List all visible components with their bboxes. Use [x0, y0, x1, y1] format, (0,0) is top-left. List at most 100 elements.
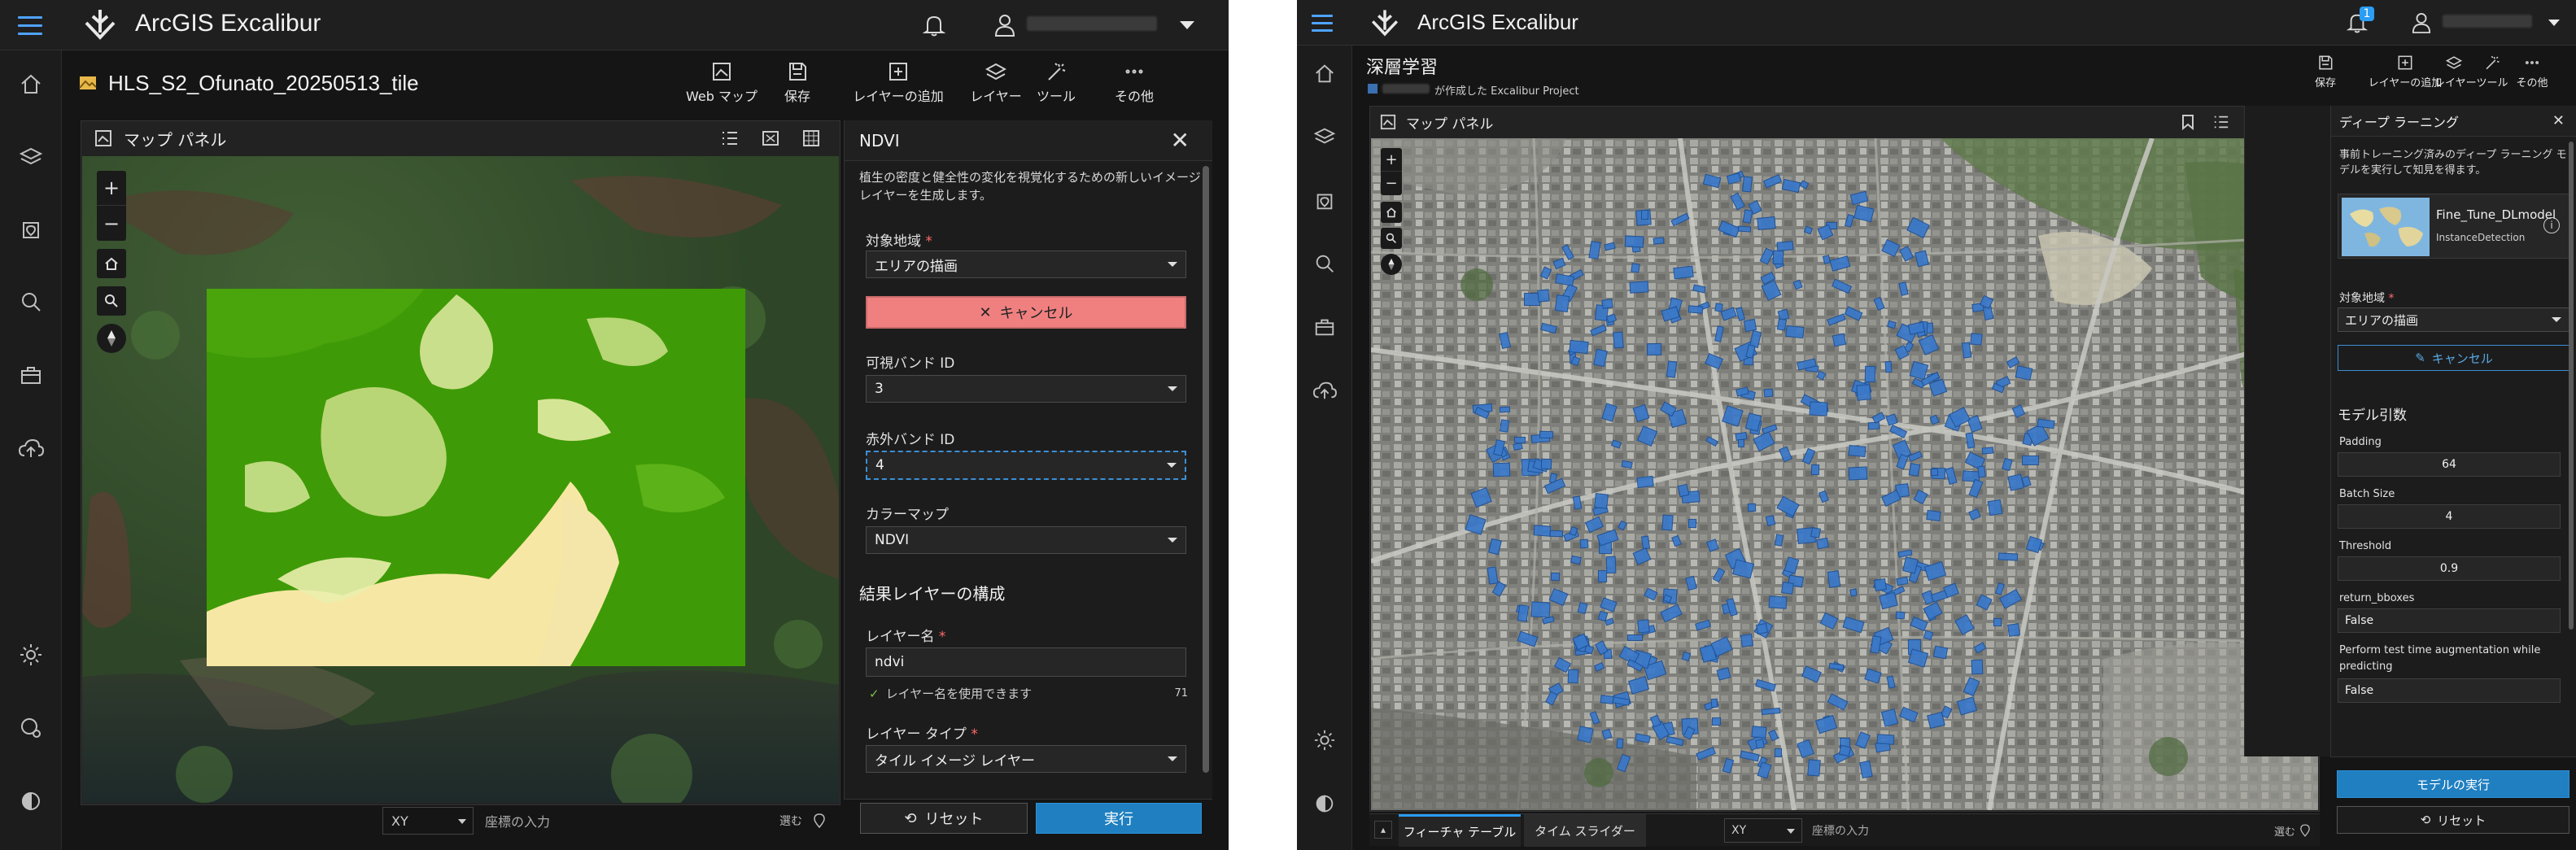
layer-name-input[interactable]: ndvi — [866, 647, 1186, 677]
zoom-in-button[interactable]: + — [97, 171, 126, 206]
close-panel-icon[interactable]: ✕ — [1171, 127, 1190, 154]
briefcase-icon[interactable] — [0, 363, 61, 387]
reset-button[interactable]: ⟲ リセット — [860, 803, 1028, 834]
layers-icon[interactable] — [0, 145, 61, 169]
locate-pin-icon[interactable] — [2300, 824, 2310, 837]
search-icon[interactable] — [1297, 252, 1351, 275]
bookmark-pin-icon[interactable] — [0, 216, 61, 241]
basemap-grid-icon[interactable] — [802, 129, 820, 151]
arg-input[interactable]: 64 — [2338, 452, 2561, 477]
reset-button[interactable]: ⟲ リセット — [2337, 806, 2569, 834]
theme-contrast-icon[interactable] — [1297, 792, 1351, 815]
building-footprint — [1533, 525, 1552, 537]
settings-gear-icon[interactable] — [1297, 729, 1351, 752]
toolbar-more-button[interactable]: その他 — [2516, 54, 2548, 89]
briefcase-icon[interactable] — [1297, 316, 1351, 338]
upload-cloud-icon[interactable] — [1297, 379, 1351, 402]
home-icon[interactable] — [1297, 62, 1351, 85]
toolbar-wand-button[interactable]: ツール — [2475, 54, 2509, 89]
coordinate-system-select[interactable]: XY — [382, 807, 474, 835]
map-view[interactable]: + − — [82, 156, 839, 803]
coordinate-action-label[interactable]: 選む — [779, 813, 802, 829]
arg-input[interactable]: False — [2338, 608, 2561, 633]
panel-scrollbar[interactable] — [2569, 142, 2574, 630]
zoom-out-button[interactable]: − — [97, 206, 126, 241]
user-menu-chevron-icon[interactable] — [1180, 21, 1194, 29]
arg-input[interactable]: 4 — [2338, 504, 2561, 529]
reset-label: リセット — [924, 811, 984, 828]
building-footprint — [1785, 325, 1805, 338]
coordinate-input[interactable]: 座標の入力 — [485, 807, 794, 835]
expand-panel-icon[interactable]: ▴ — [1374, 821, 1392, 839]
zoom-in-button[interactable]: + — [1381, 148, 1402, 172]
hamburger-menu-icon[interactable] — [1312, 15, 1333, 36]
compass-button[interactable] — [1381, 254, 1402, 275]
bookmark-pin-icon[interactable] — [1297, 189, 1351, 211]
model-card[interactable]: Fine_Tune_DLmodel InstanceDetection i — [2338, 194, 2570, 259]
layer-type-select[interactable]: タイル イメージ レイヤー — [866, 745, 1186, 773]
coordinate-system-select[interactable]: XY — [1724, 818, 1802, 843]
building-footprint — [1987, 499, 2003, 516]
info-icon[interactable]: i — [2543, 217, 2560, 233]
infrared-band-select[interactable]: 4 — [866, 451, 1186, 480]
user-avatar-icon[interactable] — [2412, 11, 2431, 34]
fullscreen-icon[interactable] — [762, 129, 779, 151]
pencil-icon: ✎ — [2415, 351, 2425, 365]
building-footprint — [1548, 530, 1564, 537]
building-footprint — [1809, 401, 1828, 416]
wand-icon — [2486, 55, 2500, 70]
area-select-value: エリアの描画 — [2345, 312, 2419, 328]
cancel-draw-button[interactable]: ✕ キャンセル — [866, 296, 1186, 329]
toolbar-add-layer-button[interactable]: レイヤーの追加 — [847, 61, 950, 105]
add-layer-icon — [2398, 55, 2412, 70]
cancel-draw-button[interactable]: ✎ キャンセル — [2338, 345, 2570, 371]
map-view[interactable]: + − — [1371, 138, 2318, 810]
toolbar-save-button[interactable]: 保存 — [769, 61, 826, 105]
run-model-button[interactable]: モデルの実行 — [2337, 770, 2569, 798]
arg-input[interactable]: 0.9 — [2338, 556, 2561, 581]
toolbar-wand-button[interactable]: ツール — [1028, 61, 1085, 105]
user-avatar-icon[interactable] — [994, 13, 1015, 37]
compass-button[interactable] — [97, 324, 126, 353]
toolbar-layers-button[interactable]: レイヤー — [2434, 54, 2477, 89]
home-extent-button[interactable] — [1381, 202, 1402, 223]
run-button[interactable]: 実行 — [1036, 803, 1202, 834]
hamburger-menu-icon[interactable] — [18, 16, 42, 37]
list-icon[interactable] — [721, 129, 739, 151]
locate-pin-icon[interactable] — [814, 813, 825, 828]
chevron-down-icon — [2552, 317, 2561, 322]
toolbar-more-button[interactable]: その他 — [1106, 61, 1163, 105]
toolbar-label: 保存 — [2314, 77, 2336, 89]
colormap-select[interactable]: NDVI — [866, 526, 1186, 554]
toolbar-web-map-button[interactable]: Web マップ — [683, 61, 761, 105]
home-extent-button[interactable] — [97, 249, 126, 278]
toolbar-label: Web マップ — [686, 89, 758, 104]
layers-icon[interactable] — [1297, 125, 1351, 148]
tab-feature-table[interactable]: フィーチャ テーブル — [1399, 814, 1521, 847]
area-select[interactable]: エリアの描画 — [2338, 307, 2570, 332]
zoom-out-button[interactable]: − — [1381, 172, 1402, 195]
panel-scrollbar[interactable] — [1203, 166, 1209, 773]
admin-settings-icon[interactable] — [0, 716, 61, 740]
coordinate-input[interactable]: 座標の入力 — [1812, 822, 2056, 839]
coordinate-action-label[interactable]: 選む — [2274, 823, 2295, 839]
settings-gear-icon[interactable] — [0, 643, 61, 667]
notification-bell-icon[interactable] — [923, 13, 945, 37]
bookmark-icon[interactable] — [2181, 114, 2195, 134]
map-search-button[interactable] — [97, 286, 126, 316]
visible-band-select[interactable]: 3 — [866, 375, 1186, 403]
toolbar-layers-button[interactable]: レイヤー — [967, 61, 1024, 105]
upload-cloud-icon[interactable] — [0, 436, 61, 460]
toolbar-save-button[interactable]: 保存 — [2307, 54, 2344, 89]
map-search-button[interactable] — [1381, 228, 1402, 249]
theme-contrast-icon[interactable] — [0, 789, 61, 813]
arg-input[interactable]: False — [2338, 678, 2561, 703]
tab-time-slider[interactable]: タイム スライダー — [1524, 814, 1646, 847]
search-icon[interactable] — [0, 290, 61, 314]
chevron-down-icon — [1168, 386, 1177, 391]
home-icon[interactable] — [0, 72, 61, 96]
close-panel-icon[interactable]: ✕ — [2552, 112, 2565, 129]
user-menu-chevron-icon[interactable] — [2548, 20, 2560, 26]
list-icon[interactable] — [2213, 114, 2229, 134]
area-select[interactable]: エリアの描画 — [866, 251, 1186, 278]
